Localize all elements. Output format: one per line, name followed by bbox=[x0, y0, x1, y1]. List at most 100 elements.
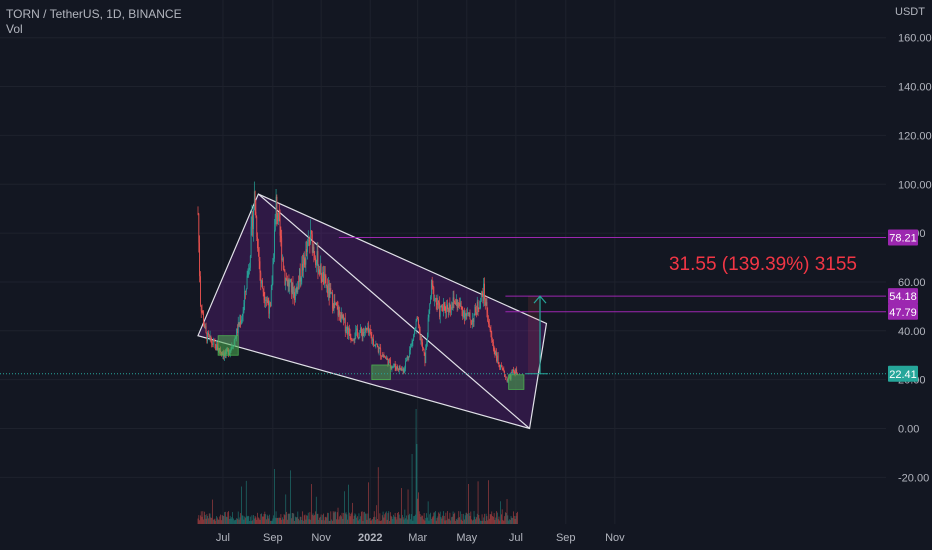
candle-body bbox=[303, 254, 304, 271]
time-axis[interactable]: Jul Sep Nov 2022 Mar May Jul Sep Nov bbox=[216, 532, 625, 544]
candle-body bbox=[390, 365, 392, 369]
candle-body bbox=[389, 359, 390, 361]
candle-body bbox=[281, 238, 283, 261]
candle-body bbox=[355, 330, 357, 338]
volume-bar bbox=[248, 516, 250, 524]
volume-bar bbox=[462, 520, 464, 524]
candle-body bbox=[277, 217, 279, 222]
volume-bar bbox=[226, 517, 228, 524]
candle-body bbox=[474, 307, 476, 314]
volume-bar bbox=[257, 512, 258, 524]
volume-bar bbox=[454, 512, 456, 524]
volume-bar bbox=[361, 511, 363, 524]
candle-body bbox=[414, 329, 415, 335]
volume-bar bbox=[249, 516, 251, 524]
volume-bar bbox=[422, 519, 424, 524]
volume-bar bbox=[451, 517, 452, 524]
candle-body bbox=[492, 342, 494, 348]
candle-body bbox=[479, 308, 481, 309]
volume-bar bbox=[386, 519, 388, 524]
candle-body bbox=[314, 254, 316, 258]
volume-bar bbox=[302, 511, 304, 524]
volume-bar bbox=[257, 517, 259, 524]
candle-body bbox=[422, 342, 423, 349]
volume-bar bbox=[444, 520, 446, 524]
candle-body bbox=[425, 347, 427, 363]
volume-bar bbox=[387, 513, 389, 524]
candle-body bbox=[300, 277, 302, 282]
volume-bar bbox=[349, 516, 351, 524]
volume-bar bbox=[515, 516, 517, 524]
volume-indicator-label[interactable]: Vol bbox=[6, 22, 182, 37]
volume-bar bbox=[490, 514, 492, 524]
volume-bar bbox=[233, 518, 234, 524]
symbol-title[interactable]: TORN / TetherUS, 1D, BINANCE bbox=[6, 7, 182, 22]
volume-bar bbox=[280, 514, 282, 524]
volume-bar bbox=[311, 484, 312, 524]
volume-bar bbox=[216, 516, 217, 524]
candle-body bbox=[238, 322, 240, 326]
candle-body bbox=[418, 319, 419, 326]
volume-bar bbox=[258, 518, 260, 524]
candle-body bbox=[319, 264, 321, 275]
volume-bar bbox=[295, 517, 297, 524]
volume-bar bbox=[230, 518, 232, 524]
volume-bar bbox=[273, 515, 275, 524]
volume-bar bbox=[414, 514, 416, 524]
candle-body bbox=[469, 312, 471, 320]
candle-body bbox=[249, 256, 251, 268]
volume-bar bbox=[419, 514, 421, 524]
volume-bar bbox=[389, 512, 391, 524]
volume-bar bbox=[301, 520, 303, 524]
x-tick-label: Nov bbox=[605, 532, 625, 544]
volume-bar bbox=[244, 516, 246, 524]
volume-bar bbox=[208, 518, 209, 524]
candle-body bbox=[237, 328, 238, 334]
candle-body bbox=[253, 210, 254, 230]
candle-body bbox=[340, 312, 342, 323]
candle-body bbox=[456, 299, 458, 308]
volume-bar bbox=[263, 513, 265, 524]
volume-bar bbox=[294, 520, 295, 524]
candle-body bbox=[351, 339, 353, 341]
y-tick-label: 40.00 bbox=[898, 326, 926, 338]
candle-body bbox=[216, 344, 217, 351]
candle-body bbox=[310, 230, 312, 243]
volume-bar bbox=[445, 512, 447, 524]
candle-body bbox=[369, 329, 370, 333]
candle-body bbox=[458, 302, 460, 304]
candle-body bbox=[496, 352, 497, 361]
candle-body bbox=[261, 280, 262, 284]
volume-bar bbox=[409, 513, 411, 524]
candle-body bbox=[459, 302, 461, 307]
volume-bar bbox=[502, 519, 504, 524]
candle-body bbox=[202, 312, 204, 314]
volume-bar bbox=[296, 517, 298, 524]
volume-bar bbox=[200, 515, 201, 524]
y-tick-label: 140.00 bbox=[898, 82, 932, 94]
candle-body bbox=[399, 366, 401, 370]
volume-bar bbox=[223, 516, 225, 524]
price-chart[interactable]: 31.55 (139.39%) 3155 160.00 140.00 120.00 1… bbox=[0, 0, 932, 550]
candle-body bbox=[344, 318, 345, 321]
volume-bar bbox=[397, 511, 399, 524]
accumulation-box bbox=[217, 335, 239, 356]
candle-body bbox=[383, 355, 385, 357]
candle-body bbox=[340, 314, 341, 323]
volume-bar bbox=[279, 518, 281, 524]
volume-bar bbox=[359, 519, 361, 524]
candle-body bbox=[354, 337, 356, 340]
candle-body bbox=[349, 333, 351, 339]
candle-body bbox=[405, 360, 407, 368]
candle-body bbox=[501, 367, 503, 369]
candle-body bbox=[433, 286, 435, 301]
volume-bar bbox=[211, 518, 213, 524]
candle-body bbox=[502, 368, 504, 370]
volume-bar bbox=[450, 520, 452, 524]
volume-bar bbox=[354, 513, 356, 524]
candle-body bbox=[290, 278, 291, 282]
candle-body bbox=[444, 304, 446, 311]
volume-bar bbox=[249, 520, 250, 524]
volume-bar bbox=[488, 480, 489, 524]
volume-bar bbox=[304, 514, 306, 524]
